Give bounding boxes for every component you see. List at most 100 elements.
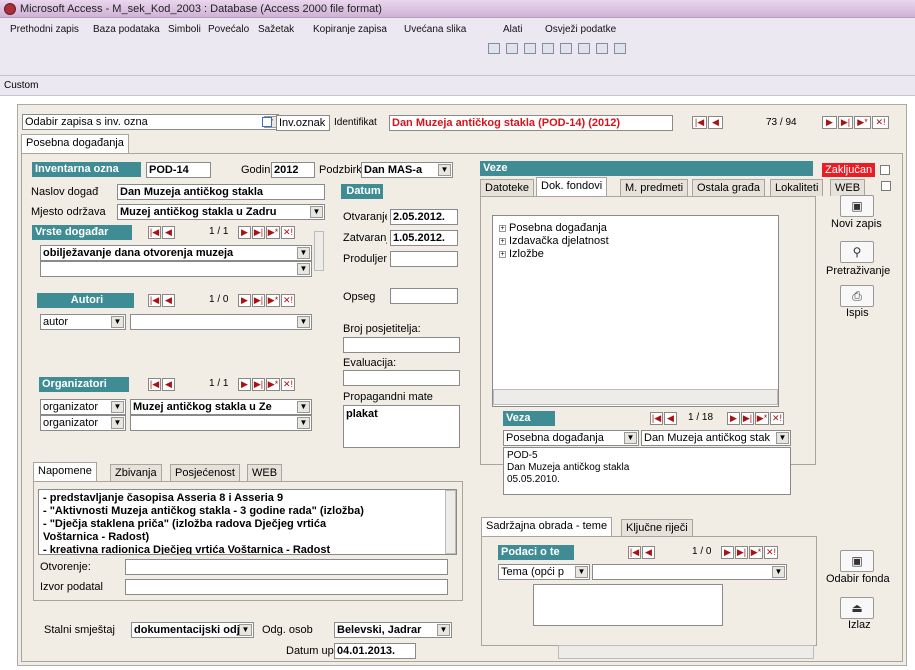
autori-delete-icon[interactable]: ✕! <box>281 294 295 307</box>
tree-hscrollbar[interactable] <box>493 389 778 405</box>
expand-icon[interactable]: + <box>499 250 506 258</box>
chevron-down-icon[interactable]: ▼ <box>776 432 789 444</box>
ispis-label[interactable]: Ispis <box>846 307 869 319</box>
veza-new-icon[interactable]: ▶* <box>755 412 769 425</box>
printer-icon[interactable]: ⎙ <box>840 285 874 307</box>
naslov-field[interactable]: Dan Muzeja antičkog stakla <box>117 184 325 200</box>
tree-node-izdavacka[interactable]: + Izdavačka djelatnost <box>499 235 772 247</box>
tab-web-bottom[interactable]: WEB <box>247 464 283 481</box>
org-last-icon[interactable]: ▶| <box>252 378 265 391</box>
tema-new-icon[interactable]: ▶* <box>749 546 763 559</box>
menu-baza-podataka[interactable]: Baza podataka <box>93 24 160 35</box>
tab-napomene[interactable]: Napomene <box>33 462 97 481</box>
autori-last-icon[interactable]: ▶| <box>252 294 265 307</box>
vrste-prev-icon[interactable]: ◀ <box>162 226 175 239</box>
menu-uvecana-slika[interactable]: Uvećana slika <box>404 24 466 35</box>
autor-role-combo[interactable]: autor ▼ <box>40 314 126 330</box>
org-role-combo-2[interactable]: organizator ▼ <box>40 415 126 431</box>
tema-last-icon[interactable]: ▶| <box>735 546 748 559</box>
tab-sadrzajna-obrada[interactable]: Sadržajna obrada - teme <box>481 517 613 536</box>
zakljucan-checkbox[interactable] <box>880 165 890 175</box>
izlaz-label[interactable]: Izlaz <box>848 619 871 631</box>
odabir-fonda-label[interactable]: Odabir fonda <box>826 573 890 585</box>
tab-dok-fondovi[interactable]: Dok. fondovi <box>536 177 608 196</box>
datum-upisa-field[interactable]: 04.01.2013. <box>334 643 416 659</box>
new-record-icon[interactable]: ▶* <box>854 116 871 129</box>
org-name-combo-1[interactable]: Muzej antičkog stakla u Ze ▼ <box>130 399 312 415</box>
chevron-down-icon[interactable]: ▼ <box>772 566 785 578</box>
veza-first-icon[interactable]: |◀ <box>650 412 663 425</box>
vrste-last-icon[interactable]: ▶| <box>252 226 265 239</box>
record-select-combo[interactable]: Odabir zapisa s inv. ozna▼ <box>22 114 279 130</box>
tab-ostala-grada[interactable]: Ostala građa <box>692 179 765 196</box>
chevron-down-icon[interactable]: ▼ <box>438 164 451 176</box>
vrste-new-icon[interactable]: ▶* <box>266 226 280 239</box>
tab-m-predmeti[interactable]: M. predmeti <box>620 179 689 196</box>
chevron-down-icon[interactable]: ▼ <box>297 263 310 275</box>
vrste-scrollbar[interactable] <box>314 231 324 271</box>
inv-checkbox[interactable] <box>262 117 272 127</box>
evaluacija-field[interactable] <box>343 370 460 386</box>
chevron-down-icon[interactable]: ▼ <box>297 316 310 328</box>
sort-desc-icon[interactable] <box>560 43 572 54</box>
menu-osvjezi-podatke[interactable]: Osvježi podatke <box>545 24 616 35</box>
veza-prev-icon[interactable]: ◀ <box>664 412 677 425</box>
org-delete-icon[interactable]: ✕! <box>281 378 295 391</box>
expand-icon[interactable]: + <box>499 237 506 245</box>
delete-record-icon[interactable]: ✕! <box>872 116 889 129</box>
exit-icon[interactable]: ⏏ <box>840 597 874 619</box>
prev-record-icon[interactable]: ◀ <box>708 116 723 129</box>
menu-simboli[interactable]: Simboli <box>168 24 201 35</box>
autori-next-icon[interactable]: ▶ <box>238 294 251 307</box>
vrste-combo-empty[interactable]: ▼ <box>40 261 312 277</box>
tema-delete-icon[interactable]: ✕! <box>764 546 778 559</box>
tab-posebna-dogadanja[interactable]: Posebna događanja <box>21 134 129 153</box>
chevron-down-icon[interactable]: ▼ <box>111 401 124 413</box>
new-record-button-icon[interactable]: ▣ <box>840 195 874 217</box>
propagandni-field[interactable]: plakat <box>343 405 460 448</box>
tema-first-icon[interactable]: |◀ <box>628 546 641 559</box>
form-hscrollbar[interactable] <box>558 645 814 659</box>
tree-node-posebna[interactable]: + Posebna događanja <box>499 222 772 234</box>
autor-name-combo[interactable]: ▼ <box>130 314 312 330</box>
tab-lokaliteti[interactable]: Lokaliteti <box>770 179 824 196</box>
fondovi-tree[interactable]: + Posebna događanja + Izdavačka djelatnost… <box>492 215 779 407</box>
menu-kopiranje-zapisa[interactable]: Kopiranje zapisa <box>313 24 387 35</box>
tema-prev-icon[interactable]: ◀ <box>642 546 655 559</box>
expand-icon[interactable]: + <box>499 224 506 232</box>
window-icon[interactable] <box>614 43 626 54</box>
filter-icon[interactable] <box>578 43 590 54</box>
sort-asc-icon[interactable] <box>542 43 554 54</box>
veza-next-icon[interactable]: ▶ <box>727 412 740 425</box>
menu-prethodni-zapis[interactable]: Prethodni zapis <box>10 24 79 35</box>
menu-povecalo[interactable]: Povećalo <box>208 24 249 35</box>
tab-kljucne-rijeci[interactable]: Ključne riječi <box>621 519 693 536</box>
chevron-down-icon[interactable]: ▼ <box>297 401 310 413</box>
copy-icon[interactable] <box>506 43 518 54</box>
chevron-down-icon[interactable]: ▼ <box>297 417 310 429</box>
tab-posjecenost[interactable]: Posjećenost <box>170 464 240 481</box>
vrste-first-icon[interactable]: |◀ <box>148 226 161 239</box>
binoculars-icon[interactable]: ⚲ <box>840 241 874 263</box>
chevron-down-icon[interactable]: ▼ <box>624 432 637 444</box>
chevron-down-icon[interactable]: ▼ <box>437 624 450 636</box>
tema-next-icon[interactable]: ▶ <box>721 546 734 559</box>
tab-zbivanja[interactable]: Zbivanja <box>110 464 162 481</box>
opseg-field[interactable] <box>390 288 458 304</box>
exclaim-icon[interactable] <box>596 43 608 54</box>
napomene-scrollbar[interactable] <box>445 490 456 554</box>
chevron-down-icon[interactable]: ▼ <box>111 417 124 429</box>
tab-datoteke[interactable]: Datoteke <box>480 179 535 196</box>
vrste-next-icon[interactable]: ▶ <box>238 226 251 239</box>
novi-zapis-label[interactable]: Novi zapis <box>831 218 882 230</box>
veza-last-icon[interactable]: ▶| <box>741 412 754 425</box>
izvor-field[interactable] <box>125 579 448 595</box>
custom-toolbar-label[interactable]: Custom <box>4 80 38 91</box>
tema-combo[interactable]: Tema (opći p ▼ <box>498 564 590 580</box>
cut-icon[interactable] <box>488 43 500 54</box>
napomene-textarea[interactable]: - predstavljanje časopisa Asseria 8 i As… <box>38 489 457 555</box>
otvorenje-field[interactable] <box>125 559 448 575</box>
podzbirka-combo[interactable]: Dan MAS-a ▼ <box>361 162 453 178</box>
veza-name-combo[interactable]: Dan Muzeja antičkog stak ▼ <box>641 430 791 446</box>
pretrazivanje-label[interactable]: Pretraživanje <box>826 265 890 277</box>
